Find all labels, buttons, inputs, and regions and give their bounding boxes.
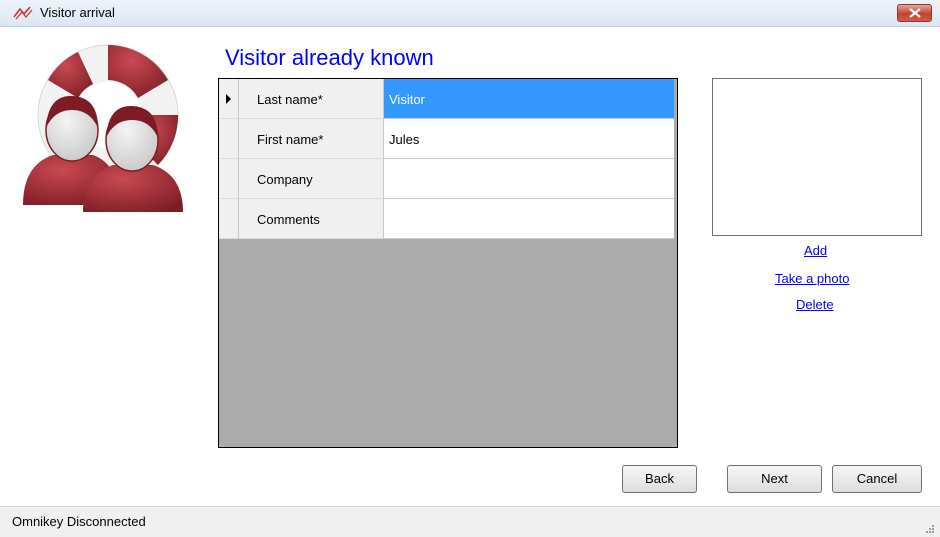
field-label-text: Last name* xyxy=(257,92,323,107)
close-icon xyxy=(909,8,921,18)
status-bar: Omnikey Disconnected xyxy=(0,506,940,537)
title-bar[interactable]: Visitor arrival xyxy=(0,0,940,27)
resize-grip-icon[interactable] xyxy=(926,525,934,533)
row-header[interactable] xyxy=(219,79,239,119)
row-header[interactable] xyxy=(219,199,239,239)
add-photo-link[interactable]: Add xyxy=(804,243,827,258)
row-header[interactable] xyxy=(219,159,239,199)
back-button[interactable]: Back xyxy=(622,465,697,493)
field-label: First name* xyxy=(239,119,384,159)
comments-cell[interactable] xyxy=(384,199,674,239)
photo-frame xyxy=(712,78,922,236)
grid-row-last-name[interactable]: Last name* Visitor xyxy=(219,79,675,119)
delete-photo-link[interactable]: Delete xyxy=(796,297,834,312)
visitor-grid[interactable]: Last name* Visitor First name* Jules Com… xyxy=(218,78,678,448)
app-icon xyxy=(13,6,33,20)
take-photo-link[interactable]: Take a photo xyxy=(775,271,849,286)
field-label: Last name* xyxy=(239,79,384,119)
close-button[interactable] xyxy=(897,4,932,22)
grid-row-company[interactable]: Company xyxy=(219,159,675,199)
visitor-arrival-window: Visitor arrival Visitor already known La… xyxy=(0,0,940,537)
field-label: Comments xyxy=(239,199,384,239)
field-label-text: First name* xyxy=(257,132,324,147)
visitors-logo xyxy=(23,44,183,212)
current-row-arrow-icon xyxy=(226,94,231,104)
cancel-button[interactable]: Cancel xyxy=(832,465,922,493)
first-name-value: Jules xyxy=(389,132,420,147)
page-heading: Visitor already known xyxy=(225,45,434,70)
window-title: Visitor arrival xyxy=(40,5,115,20)
last-name-cell[interactable]: Visitor xyxy=(384,79,674,119)
company-cell[interactable] xyxy=(384,159,674,199)
grid-row-comments[interactable]: Comments xyxy=(219,199,675,239)
reader-status: Omnikey Disconnected xyxy=(12,514,146,529)
first-name-cell[interactable]: Jules xyxy=(384,119,674,159)
row-header[interactable] xyxy=(219,119,239,159)
last-name-value: Visitor xyxy=(389,92,425,107)
grid-row-first-name[interactable]: First name* Jules xyxy=(219,119,675,159)
field-label: Company xyxy=(239,159,384,199)
next-button[interactable]: Next xyxy=(727,465,822,493)
field-label-text: Company xyxy=(257,172,313,187)
field-label-text: Comments xyxy=(257,212,320,227)
